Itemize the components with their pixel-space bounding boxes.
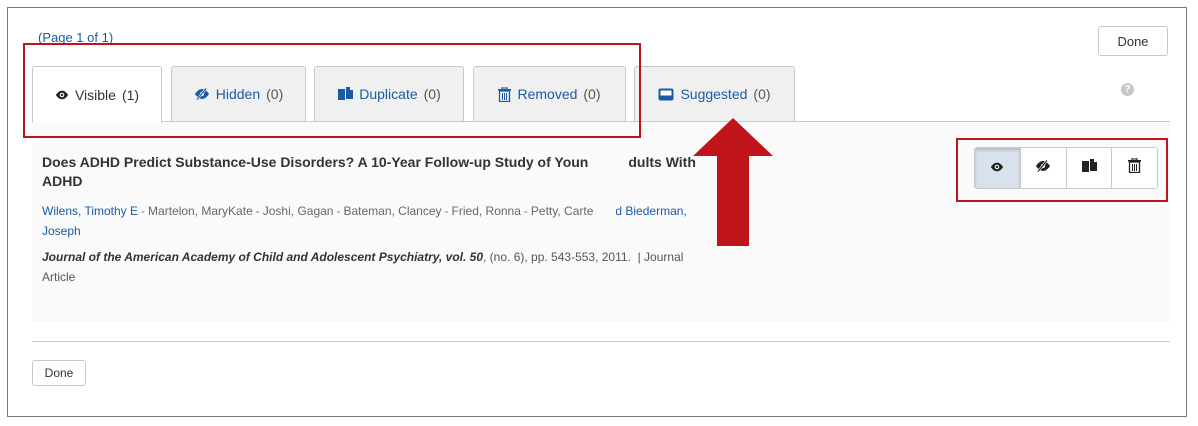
author-name: Petty, Carte (530, 204, 594, 218)
tab-suggested[interactable]: Suggested (0) (634, 66, 795, 121)
author-link[interactable]: Joseph (42, 224, 81, 238)
author-name: Bateman, Clancey (343, 204, 442, 218)
tab-visible-label: Visible (74, 87, 116, 103)
annotation-arrow (693, 118, 773, 246)
tab-suggested-label: Suggested (680, 86, 748, 102)
author-name: Fried, Ronna (451, 204, 521, 218)
tab-visible-count: (1) (121, 87, 140, 103)
article-citation: Journal of the American Academy of Child… (42, 247, 862, 287)
footer-divider (32, 341, 1170, 342)
actions-highlight-box (956, 138, 1168, 202)
done-button-bottom[interactable]: Done (32, 360, 86, 386)
item-type: Article (42, 270, 76, 284)
done-button-top[interactable]: Done (1098, 26, 1168, 56)
inbox-icon (658, 88, 674, 101)
eye-icon (55, 90, 69, 100)
help-icon[interactable]: ? (1121, 83, 1134, 96)
journal-name: Journal of the American Academy of Child… (42, 250, 484, 264)
item-type: Journal (644, 250, 684, 264)
citation-details: , (no. 6), pp. 543-553, 2011. (483, 250, 631, 264)
author-link[interactable]: Wilens, Timothy E (42, 204, 138, 218)
author-name: Martelon, MaryKate (148, 204, 253, 218)
type-separator: | (637, 250, 641, 264)
tab-suggested-count: (0) (753, 86, 771, 102)
tab-visible[interactable]: Visible (1) (32, 66, 162, 123)
author-link[interactable]: d Biederman, (615, 204, 686, 218)
author-name: Joshi, Gagan (262, 204, 334, 218)
